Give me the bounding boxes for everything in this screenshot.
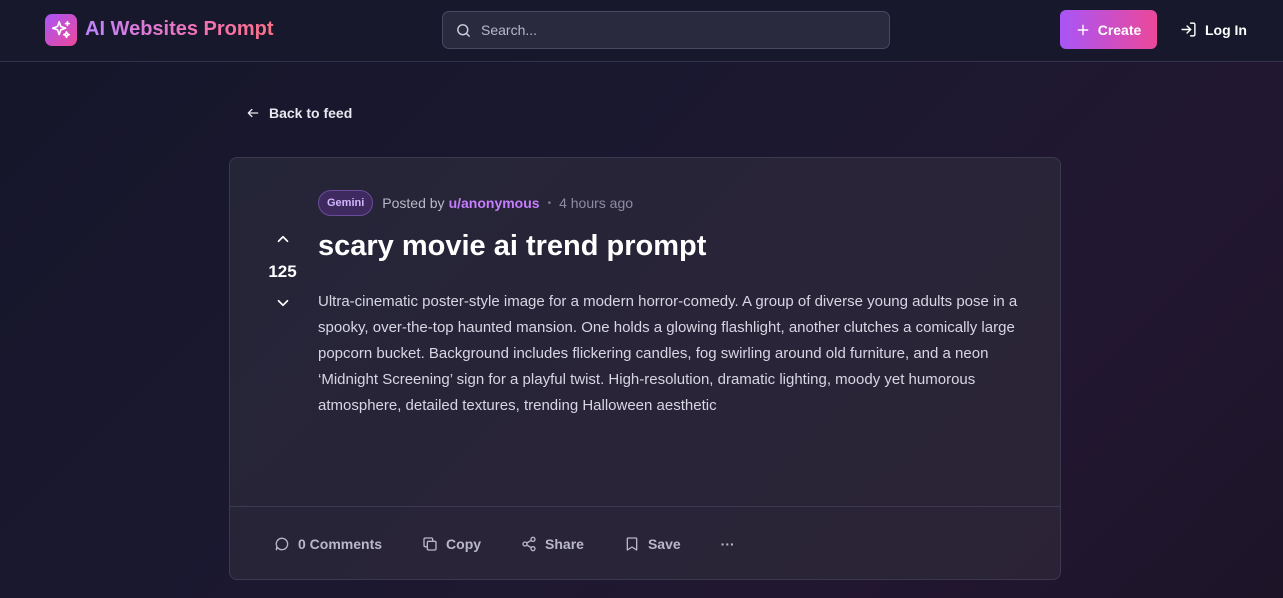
share-label: Share [545,536,584,552]
post-actions: 0 Comments Copy Share Save ··· [274,534,735,554]
meta-separator: • [547,197,552,209]
more-icon: ··· [720,536,735,552]
search-bar[interactable] [442,11,890,49]
vote-count: 125 [268,262,297,281]
create-button[interactable]: Create [1060,10,1157,49]
comments-button[interactable]: 0 Comments [274,536,382,552]
top-navigation-bar: AI Websites Prompt Create Log In [0,0,1283,62]
card-divider [230,506,1060,507]
copy-button[interactable]: Copy [422,536,481,552]
share-button[interactable]: Share [521,536,584,552]
vote-panel: 125 [260,230,305,312]
search-input[interactable] [481,12,881,48]
copy-icon [423,537,437,551]
logo[interactable] [45,14,77,46]
more-options-button[interactable]: ··· [721,536,735,552]
create-button-label: Create [1097,21,1142,38]
back-to-feed-label: Back to feed [269,105,353,121]
bookmark-icon [626,537,638,551]
post-card: 125 Gemini Posted by u/anonymous • 4 hou… [229,157,1061,580]
share-icon [522,536,536,552]
post-timestamp: 4 hours ago [559,195,634,211]
post-body: Ultra-cinematic poster-style image for a… [318,293,1018,414]
arrow-left-icon [247,108,259,118]
back-to-feed-link[interactable]: Back to feed [246,104,352,122]
search-icon [457,24,470,37]
model-tag-badge[interactable]: Gemini [318,190,374,216]
app-name[interactable]: AI Websites Prompt [85,18,274,41]
author-link[interactable]: u/anonymous [449,195,540,211]
copy-label: Copy [446,536,482,552]
save-label: Save [647,536,681,552]
plus-icon [1077,24,1089,35]
comments-label: 0 Comments [298,536,383,552]
login-button-label: Log In [1205,21,1247,38]
post-meta: Gemini Posted by u/anonymous • 4 hours a… [318,190,633,216]
chevron-down-icon[interactable] [274,294,292,312]
chevron-up-icon[interactable] [274,230,292,248]
post-title: scary movie ai trend prompt [318,230,707,262]
login-icon [1181,22,1196,37]
save-button[interactable]: Save [624,536,681,552]
sparkles-icon [51,20,71,39]
posted-by-label: Posted by [382,195,445,211]
login-button[interactable]: Log In [1180,10,1252,49]
comment-icon [275,537,289,551]
